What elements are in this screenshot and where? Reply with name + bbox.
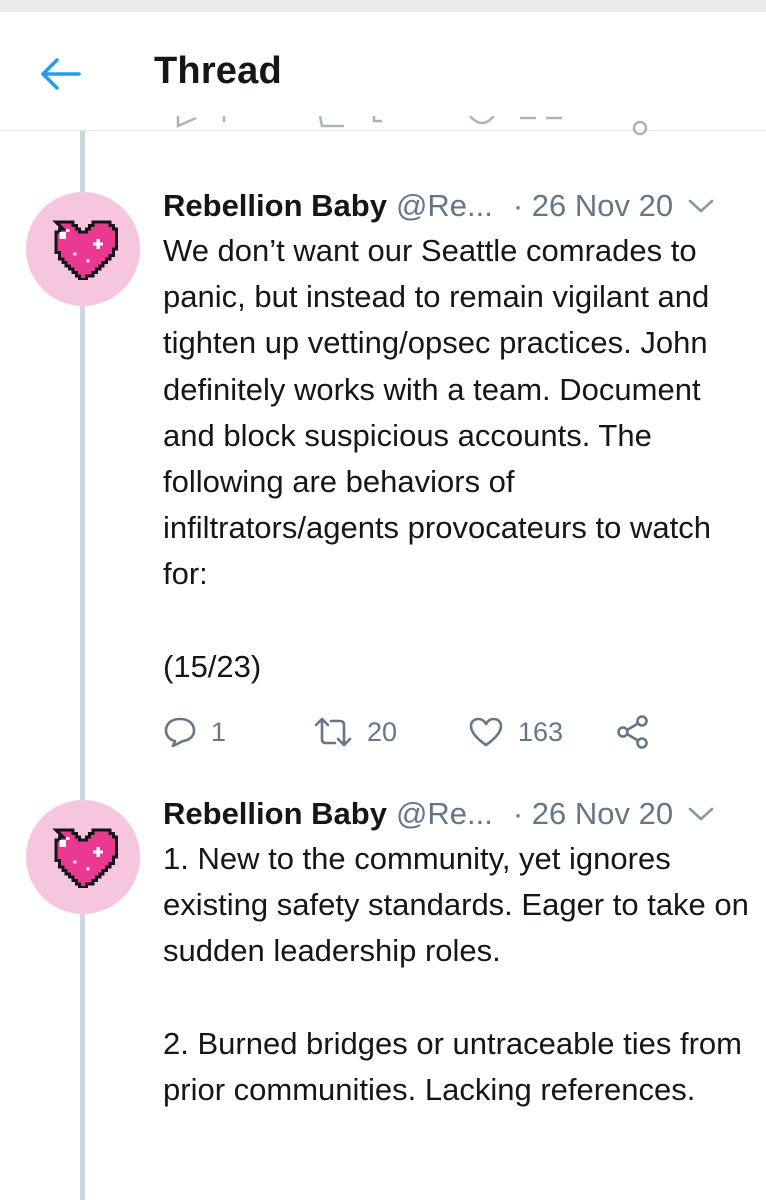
avatar[interactable] [26, 800, 140, 914]
share-icon [617, 715, 648, 749]
heart-icon [469, 717, 503, 747]
tweet-text: We don’t want our Seattle comrades to pa… [163, 228, 753, 690]
tweet-menu-button[interactable] [687, 806, 715, 822]
pixel-heart-icon [52, 220, 119, 280]
tweet-paragraph: (15/23) [163, 648, 262, 684]
top-app-bar: Thread [0, 12, 766, 131]
tweet-date[interactable]: · 26 Nov 20 [513, 796, 673, 832]
avatar[interactable] [26, 192, 140, 306]
reply-icon [164, 717, 196, 748]
author-name[interactable]: Rebellion Baby [163, 796, 387, 832]
page-title: Thread [154, 50, 282, 92]
reply-button[interactable]: 1 [163, 715, 313, 749]
tweet-actions: 1 20 163 [163, 712, 683, 752]
tweet-text: 1. New to the community, yet ignores exi… [163, 836, 753, 1113]
pixel-heart-icon [52, 828, 119, 888]
author-handle[interactable]: @Re... [396, 188, 493, 224]
tweet[interactable]: Rebellion Baby @Re... · 26 Nov 20 1. New… [0, 788, 766, 1200]
author-handle[interactable]: @Re... [396, 796, 493, 832]
retweet-icon [314, 717, 352, 747]
author-name[interactable]: Rebellion Baby [163, 188, 387, 224]
like-button[interactable]: 163 [468, 716, 615, 748]
tweet[interactable]: Rebellion Baby @Re... · 26 Nov 20 We don… [0, 180, 766, 780]
tweet-header: Rebellion Baby @Re... · 26 Nov 20 [163, 186, 744, 226]
share-button[interactable] [615, 714, 651, 750]
tweet-menu-button[interactable] [687, 198, 715, 214]
previous-tweet-actions [160, 116, 680, 138]
reply-count: 1 [211, 716, 227, 747]
retweet-button[interactable]: 20 [313, 716, 468, 748]
like-count: 163 [518, 716, 564, 747]
back-button[interactable] [36, 52, 84, 96]
tweet-date[interactable]: · 26 Nov 20 [513, 188, 673, 224]
tweet-paragraph: 1. New to the community, yet ignores exi… [163, 841, 749, 969]
tweet-paragraph: 2. Burned bridges or untraceable ties fr… [163, 1025, 742, 1107]
tweet-paragraph: We don’t want our Seattle comrades to pa… [163, 233, 711, 592]
retweet-count: 20 [367, 716, 398, 747]
chevron-down-icon [688, 807, 714, 821]
arrow-left-icon [41, 58, 81, 90]
chevron-down-icon [688, 199, 714, 213]
tweet-header: Rebellion Baby @Re... · 26 Nov 20 [163, 794, 744, 834]
